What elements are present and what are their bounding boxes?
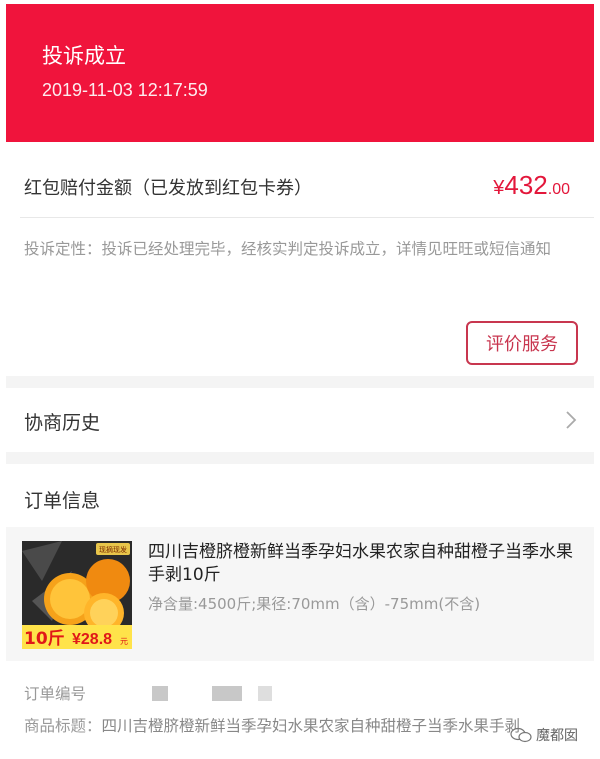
negotiation-history-row[interactable]: 协商历史 bbox=[6, 388, 594, 452]
screen-frame: 投诉成立 2019-11-03 12:17:59 红包赔付金额（已发放到红包卡券… bbox=[6, 4, 594, 755]
thumb-price-small: 元 bbox=[120, 637, 128, 646]
amount-decimal: .00 bbox=[547, 181, 570, 198]
thumb-price-left: 10斤 bbox=[24, 629, 65, 649]
negotiation-history-label: 协商历史 bbox=[24, 412, 101, 434]
product-title-label: 商品标题： bbox=[24, 717, 102, 735]
watermark-text: 魔都囡 bbox=[536, 728, 578, 744]
redacted-order-number bbox=[212, 686, 242, 701]
currency-symbol: ¥ bbox=[493, 177, 505, 199]
evaluate-service-button[interactable]: 评价服务 bbox=[466, 321, 578, 365]
order-info-title: 订单信息 bbox=[24, 490, 101, 512]
divider bbox=[20, 217, 594, 218]
complaint-status-title: 投诉成立 bbox=[42, 44, 126, 68]
refund-amount-label: 红包赔付金额（已发放到红包卡券） bbox=[24, 178, 312, 199]
product-thumbnail: 现摘现发 10斤 ¥28.8 元 bbox=[22, 541, 132, 649]
thumb-badge: 现摘现发 bbox=[99, 545, 127, 554]
product-title: 四川吉橙脐橙新鲜当季孕妇水果农家自种甜橙子当季水果手剥10斤 bbox=[148, 542, 573, 585]
redacted-order-number bbox=[152, 686, 168, 701]
refund-amount: ¥432.00 bbox=[493, 170, 570, 201]
verdict-note: 投诉定性：投诉已经处理完毕，经核实判定投诉成立，详情见旺旺或短信通知 bbox=[24, 240, 552, 258]
product-spec: 净含量:4500斤;果径:70mm（含）-75mm(不含) bbox=[148, 595, 481, 613]
product-item[interactable]: 现摘现发 10斤 ¥28.8 元 四川吉橙脐橙新鲜当季孕妇水果农家自种甜橙子当季… bbox=[6, 527, 594, 661]
watermark: 魔都囡 bbox=[510, 725, 578, 745]
redacted-order-number bbox=[258, 686, 272, 701]
orange-product-image: 现摘现发 10斤 ¥28.8 元 bbox=[22, 541, 132, 649]
status-header: 投诉成立 2019-11-03 12:17:59 bbox=[6, 4, 594, 142]
order-info-card: 订单信息 现摘现发 10斤 ¥28.8 元 四川吉橙脐橙新鲜当季孕妇水果农家自种… bbox=[6, 464, 594, 755]
thumb-price-right: ¥28.8 bbox=[72, 631, 112, 648]
refund-card: 红包赔付金额（已发放到红包卡券） ¥432.00 投诉定性：投诉已经处理完毕，经… bbox=[6, 142, 594, 376]
product-title-value: 四川吉橙脐橙新鲜当季孕妇水果农家自种甜橙子当季水果手剥 bbox=[101, 717, 521, 735]
order-number-label: 订单编号 bbox=[24, 685, 87, 703]
product-title-row: 商品标题：四川吉橙脐橙新鲜当季孕妇水果农家自种甜橙子当季水果手剥 bbox=[24, 714, 520, 736]
complaint-timestamp: 2019-11-03 12:17:59 bbox=[42, 80, 208, 100]
amount-integer: 432 bbox=[504, 170, 548, 200]
wechat-icon bbox=[510, 727, 532, 743]
order-number-row: 订单编号 bbox=[24, 682, 86, 704]
chevron-right-icon bbox=[566, 411, 577, 429]
